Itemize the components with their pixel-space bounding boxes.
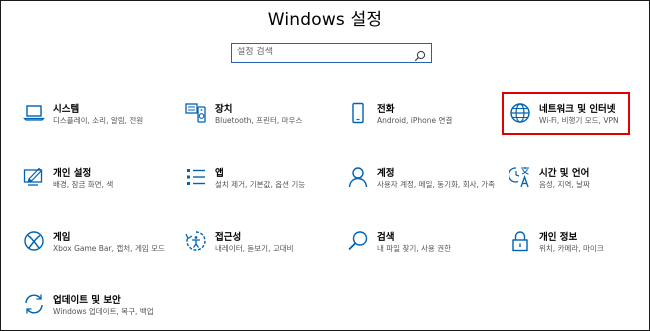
tile-system-title: 시스템 xyxy=(53,104,80,115)
tile-privacy[interactable]: 개인 정보 위치, 카메라, 마이크 xyxy=(509,228,650,268)
language-time-icon xyxy=(509,166,531,188)
highlight-box-network xyxy=(502,92,630,135)
phone-icon xyxy=(347,102,369,124)
tile-ease-of-access-desc: 내레이터, 돋보기, 고대비 xyxy=(215,244,294,253)
laptop-icon xyxy=(23,102,45,124)
tile-apps[interactable]: 앱 설치 제거, 기본값, 옵션 기능 xyxy=(185,164,335,204)
search-icon[interactable] xyxy=(414,47,426,62)
tile-update-security-desc: Windows 업데이트, 복구, 백업 xyxy=(53,307,154,316)
tile-gaming[interactable]: 게임 Xbox Game Bar, 캡처, 게임 모드 xyxy=(23,228,173,268)
tile-devices-title: 장치 xyxy=(215,104,233,115)
tile-system-desc: 디스플레이, 소리, 알림, 전원 xyxy=(53,116,144,125)
tile-time-language[interactable]: 시간 및 언어 음성, 지역, 날짜 xyxy=(509,164,650,204)
apps-list-icon xyxy=(185,166,207,188)
tile-personalization-desc: 배경, 잠금 화면, 색 xyxy=(53,180,114,189)
tile-update-security[interactable]: 업데이트 및 보안 Windows 업데이트, 복구, 백업 xyxy=(23,291,173,331)
tile-devices-desc: Bluetooth, 프린터, 마우스 xyxy=(215,116,303,125)
page-title: Windows 설정 xyxy=(267,10,383,30)
tile-personalization[interactable]: 개인 설정 배경, 잠금 화면, 색 xyxy=(23,164,173,204)
search-box[interactable] xyxy=(231,43,432,63)
tile-time-language-title: 시간 및 언어 xyxy=(539,168,590,179)
tile-devices[interactable]: 장치 Bluetooth, 프린터, 마우스 xyxy=(185,100,335,140)
tile-search[interactable]: 검색 내 파일 찾기, 사용 권한 xyxy=(347,228,497,268)
xbox-icon xyxy=(23,230,45,252)
tile-privacy-desc: 위치, 카메라, 마이크 xyxy=(539,244,604,253)
magnifier-icon xyxy=(347,230,369,252)
tile-update-security-title: 업데이트 및 보안 xyxy=(53,295,121,306)
person-icon xyxy=(347,166,369,188)
tile-privacy-title: 개인 정보 xyxy=(539,232,578,243)
tile-ease-of-access[interactable]: 접근성 내레이터, 돋보기, 고대비 xyxy=(185,228,335,268)
tile-phone-desc: Android, iPhone 연결 xyxy=(377,116,453,125)
tile-personalization-title: 개인 설정 xyxy=(53,168,92,179)
tile-gaming-desc: Xbox Game Bar, 캡처, 게임 모드 xyxy=(53,244,165,253)
tile-time-language-desc: 음성, 지역, 날짜 xyxy=(539,180,590,189)
sync-icon xyxy=(23,293,45,315)
paint-monitor-icon xyxy=(23,166,45,188)
tile-accounts-title: 계정 xyxy=(377,168,395,179)
tile-accounts[interactable]: 계정 사용자 계정, 메일, 동기화, 회사, 가족 xyxy=(347,164,497,204)
search-input[interactable] xyxy=(237,47,407,57)
tile-phone[interactable]: 전화 Android, iPhone 연결 xyxy=(347,100,497,140)
tile-apps-title: 앱 xyxy=(215,168,224,179)
tile-gaming-title: 게임 xyxy=(53,232,71,243)
tile-phone-title: 전화 xyxy=(377,104,395,115)
settings-window: Windows 설정 시스템 디스플레이, 소리, 알림, 전원 xyxy=(0,0,650,331)
tile-search-desc: 내 파일 찾기, 사용 권한 xyxy=(377,244,452,253)
tile-search-title: 검색 xyxy=(377,232,395,243)
lock-icon xyxy=(509,230,531,252)
keyboard-speaker-icon xyxy=(185,102,207,124)
tile-ease-of-access-title: 접근성 xyxy=(215,232,242,243)
tile-system[interactable]: 시스템 디스플레이, 소리, 알림, 전원 xyxy=(23,100,173,140)
tile-accounts-desc: 사용자 계정, 메일, 동기화, 회사, 가족 xyxy=(377,180,496,189)
tile-apps-desc: 설치 제거, 기본값, 옵션 기능 xyxy=(215,180,306,189)
ease-of-access-icon xyxy=(185,230,207,252)
